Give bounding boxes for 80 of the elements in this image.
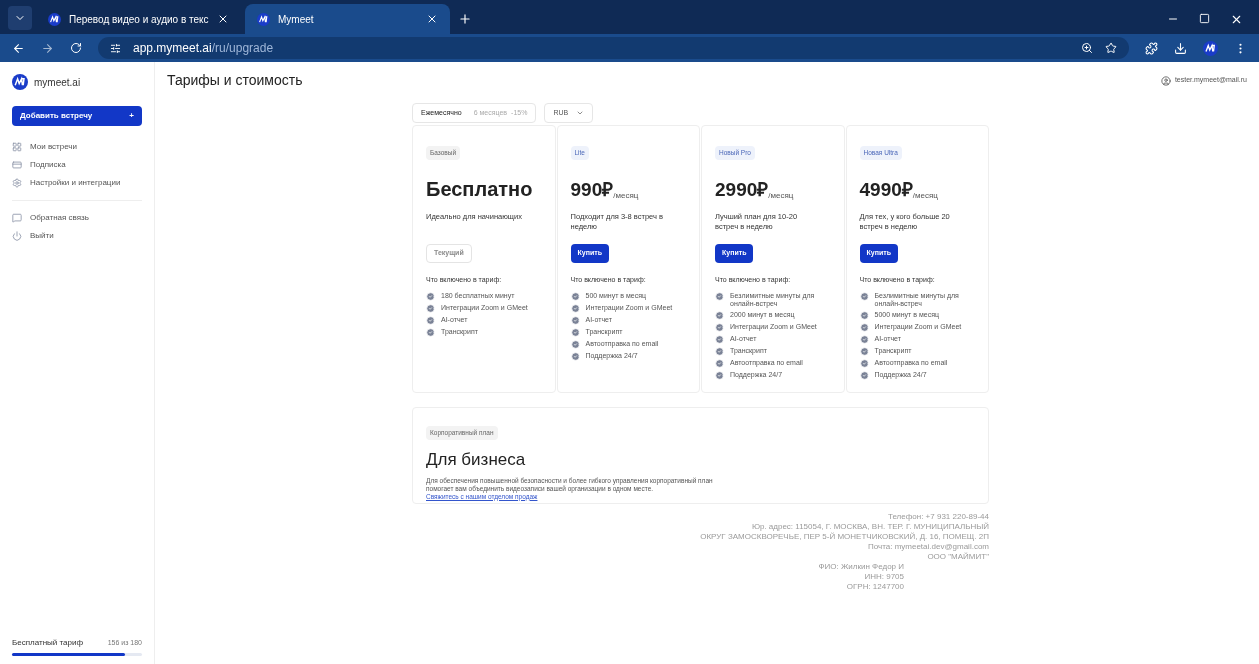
tab-title: Перевод видео и аудио в текс [69,12,209,27]
logo-text: mymeet.ai [34,75,81,90]
check-icon [570,352,580,362]
check-icon [715,292,724,302]
settings-icon [12,178,22,188]
card-icon [12,160,22,170]
close-window-icon[interactable] [1230,13,1243,26]
plan-price: Бесплатно [426,177,533,202]
address-bar[interactable]: app.mymeet.ai/ru/upgrade [98,37,1129,59]
check-icon [715,311,724,321]
plan-price: 4990₽ [859,177,913,202]
footer-line: Юр. адрес: 115054, Г. МОСКВА, ВН. ТЕР. Г. МУНИЦИПАЛЬНЫЙ [751,522,989,532]
logo-icon [12,74,28,90]
check-icon [570,328,580,338]
reload-icon[interactable] [70,42,82,54]
caret-icon [576,109,585,117]
url-text: app.mymeet.ai/ru/upgrade [133,40,274,57]
check-icon [859,359,869,369]
extensions-icon[interactable] [1145,41,1158,55]
plan-price: 2990₽ [715,177,769,202]
check-icon [715,359,724,369]
chat-icon [12,213,22,223]
footer-line: ОГРН: 1247700 [846,582,904,592]
browser-tab[interactable]: Перевод видео и аудио в текс [36,4,241,34]
price-period: /месяц [613,191,639,202]
sidebar-item[interactable]: Подписка [30,159,66,171]
footer-line: ОКРУГ ЗАМОСКВОРЕЧЬЕ, ПЕР 5-Й МОНЕТЧИКОВСКИЙ, Д. 16, ПОМЕЩ. 2П [700,532,989,542]
forward-icon[interactable] [41,41,54,55]
business-title: Для бизнеса [426,449,527,471]
price-period: /месяц [768,191,794,202]
sidebar-item[interactable]: Мои встречи [30,141,77,153]
tab-menu-button[interactable] [8,6,32,30]
check-icon [715,335,724,345]
check-icon [570,340,580,350]
sidebar-item[interactable]: Настройки и интеграции [30,177,121,189]
favicon-icon [257,12,270,26]
add-meeting-button[interactable]: Добавить встречу + [12,106,142,126]
download-icon[interactable] [1174,41,1187,55]
maximize-icon[interactable] [1199,13,1210,24]
check-icon [859,371,869,381]
user-icon [1160,75,1171,86]
browser-tab[interactable]: Mymeet [245,4,450,34]
check-icon [426,316,435,326]
footer-line: Почта: mymeetai.dev@gmail.com [867,542,989,551]
check-icon [715,323,724,333]
power-icon [12,231,22,241]
check-icon [570,316,580,326]
check-icon [715,371,724,381]
check-icon [715,347,724,357]
footer-line: ИНН: 9705 [864,572,904,582]
plan-price: 990₽ [570,177,614,202]
bookmark-star-icon[interactable] [1105,42,1117,54]
check-icon [859,323,869,333]
check-icon [426,292,435,302]
grid-icon [12,142,22,152]
profile-icon [1203,40,1218,56]
site-settings-icon[interactable] [110,42,121,54]
close-icon[interactable] [426,13,438,25]
back-icon[interactable] [12,41,25,55]
check-icon [570,304,580,314]
plan-label: Бесплатный тариф [12,637,84,649]
page-title: Тарифы и стоимость [167,71,303,90]
footer-line: ФИО: Жилкин Федор И [818,562,904,572]
zoom-icon[interactable] [1081,42,1093,54]
sidebar-item[interactable]: Обратная связь [30,212,89,224]
check-icon [426,304,435,314]
check-icon [570,292,580,302]
favicon-icon [48,12,61,26]
price-period: /месяц [912,191,938,202]
check-icon [859,292,869,302]
sidebar-item[interactable]: Выйти [30,230,54,242]
check-icon [859,347,869,357]
check-icon [426,328,435,338]
new-tab-icon[interactable] [458,12,472,26]
check-icon [859,335,869,345]
footer-line: ООО "МАЙМИТ" [927,552,989,562]
footer-line: Телефон: +7 931 220-89-44 [887,512,989,522]
tab-title: Mymeet [278,12,315,27]
close-icon[interactable] [217,13,229,25]
check-icon [859,311,869,321]
